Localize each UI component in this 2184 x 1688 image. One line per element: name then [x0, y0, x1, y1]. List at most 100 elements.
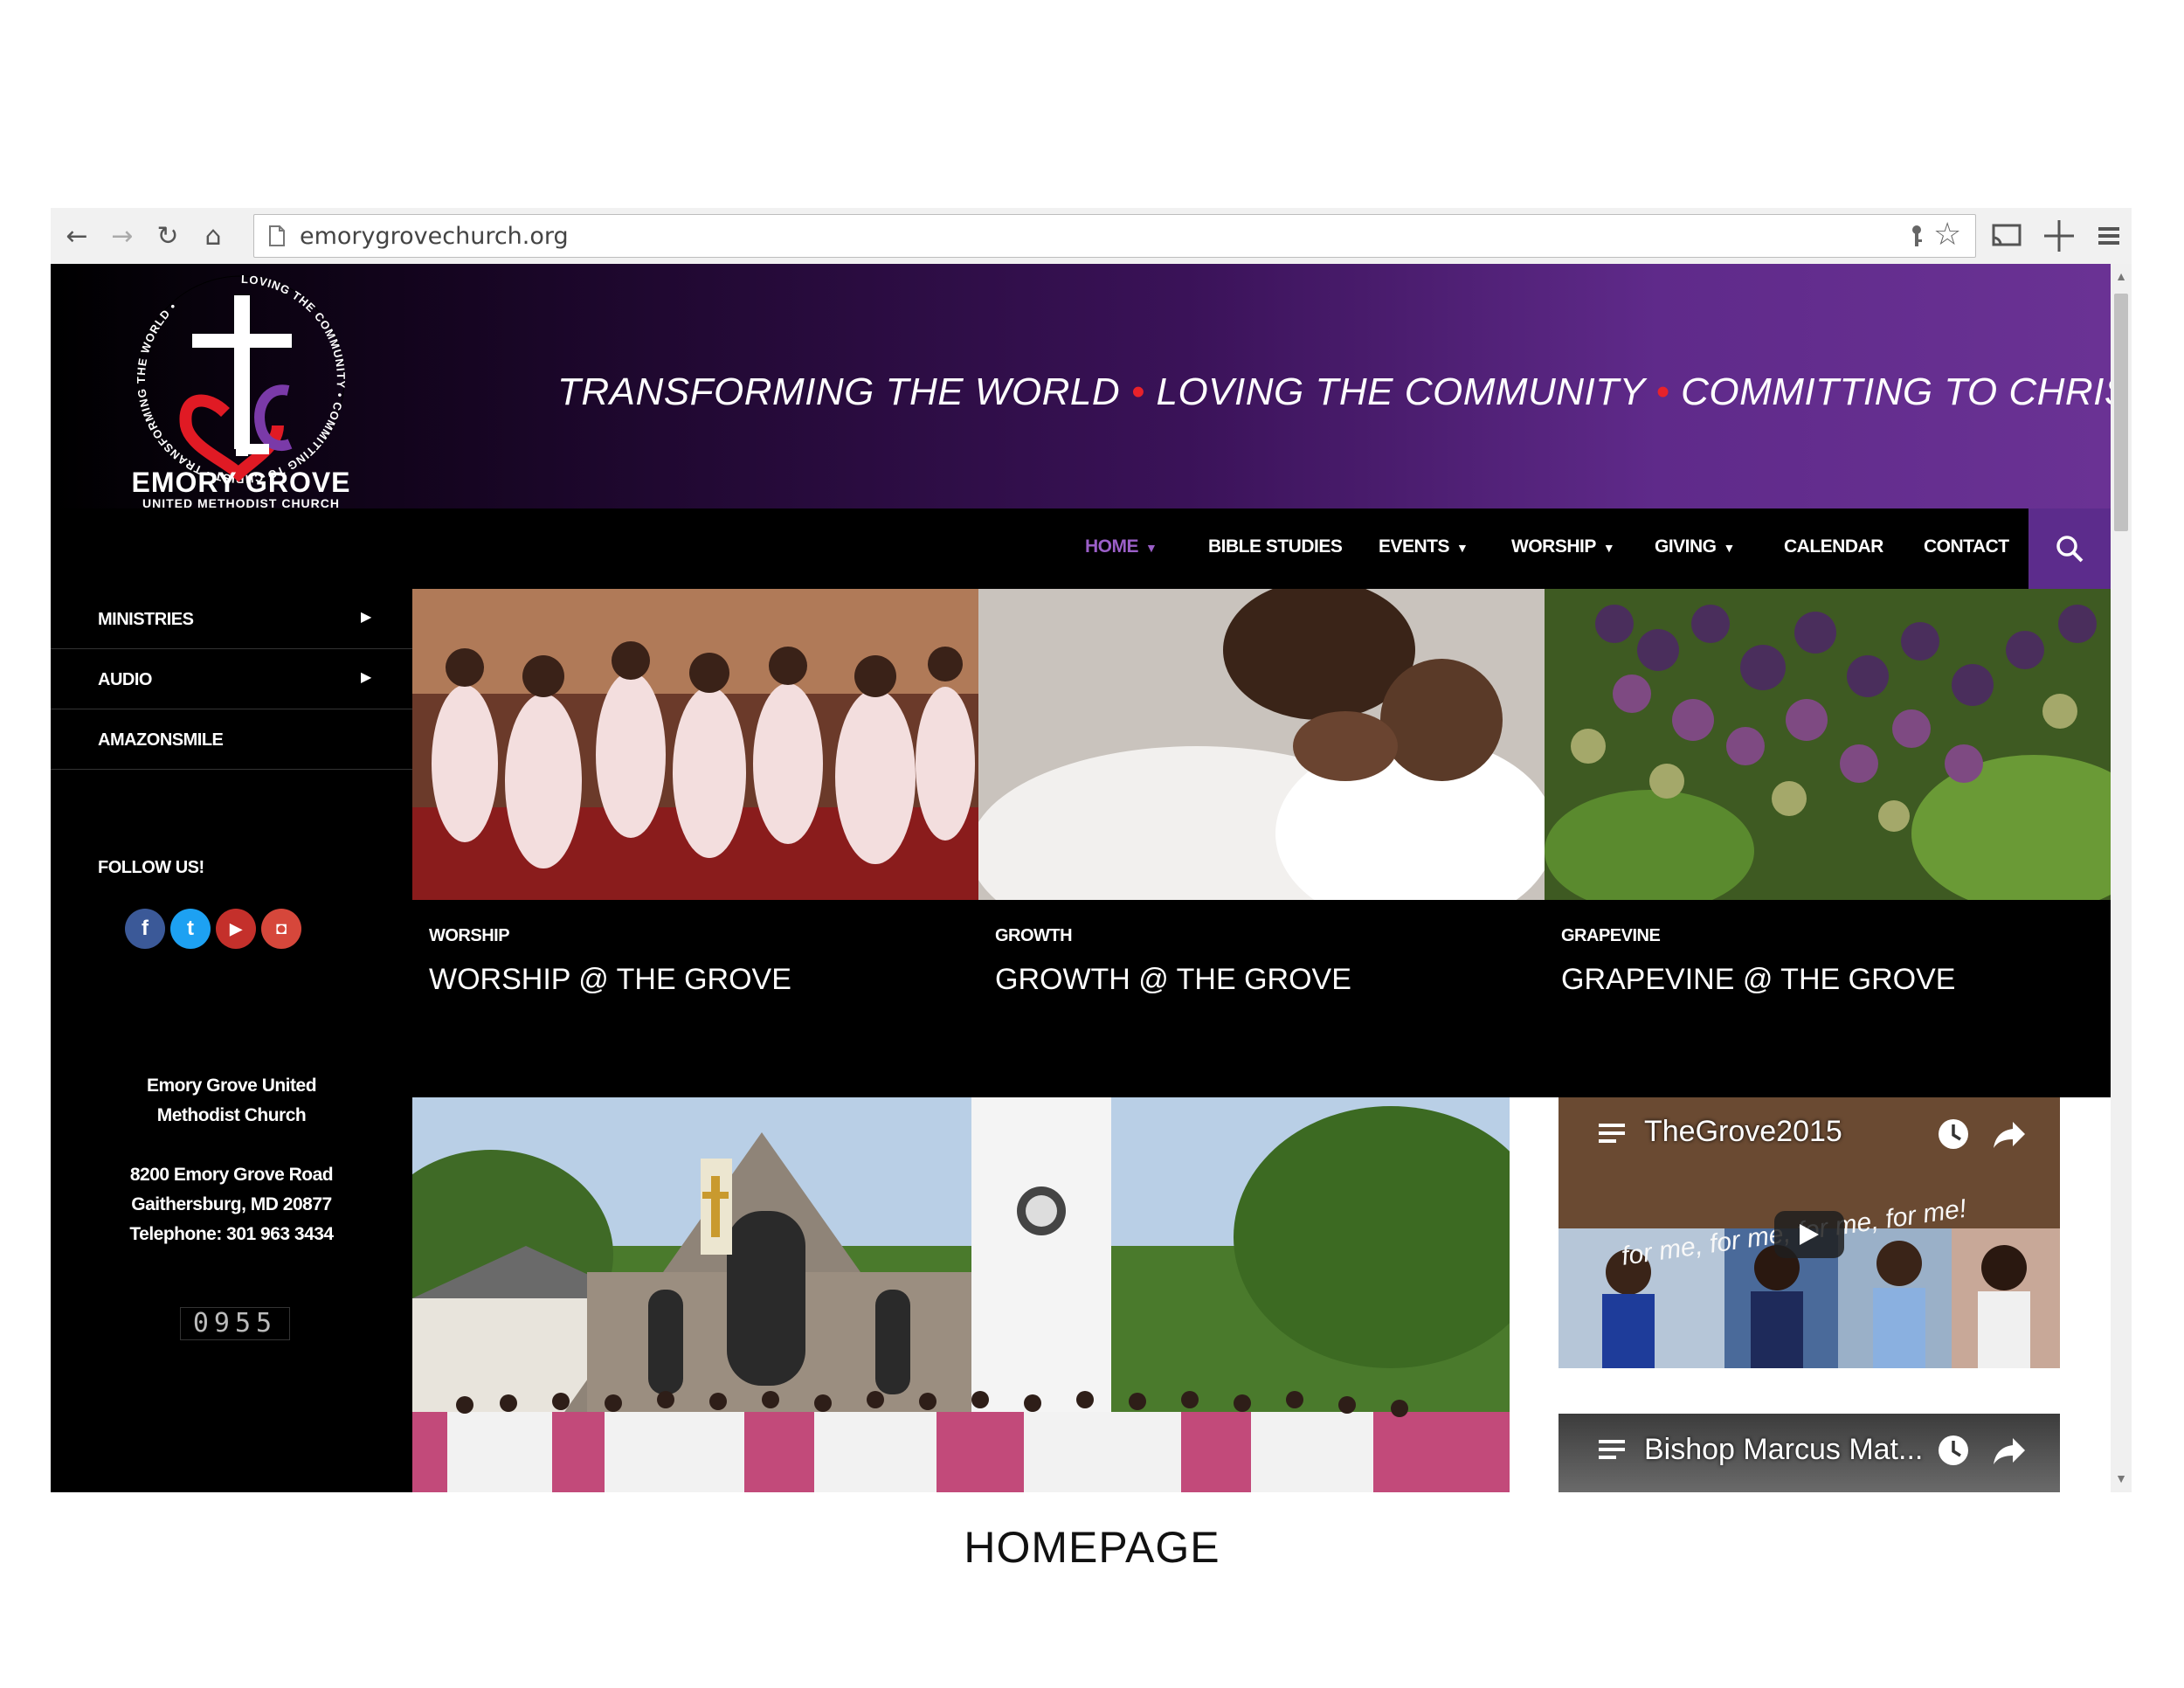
pastor-baptism-image [978, 589, 1545, 900]
feature-title[interactable]: WORSHIP @ THE GROVE [429, 963, 791, 997]
nav-calendar-label: CALENDAR [1784, 536, 1883, 557]
sidebar-item-label: AMAZONSMILE [98, 730, 224, 750]
sidebar-item-amazonsmile[interactable]: AMAZONSMILE [51, 709, 412, 770]
church-building-image [412, 1097, 1510, 1492]
nav-events-label: EVENTS [1379, 536, 1450, 557]
chevron-right-icon: ▶ [361, 670, 372, 685]
feature-category: GRAPEVINE [1561, 926, 1661, 945]
key-icon[interactable] [1907, 224, 1926, 248]
nav-events[interactable]: EVENTS ▼ [1379, 536, 1469, 557]
nav-home[interactable]: HOME ▼ [1085, 536, 1158, 557]
instagram-icon[interactable]: ◘ [261, 909, 301, 949]
chevron-right-icon: ▶ [361, 610, 372, 625]
tagline-separator: • [1655, 370, 1670, 413]
nav-giving[interactable]: GIVING ▼ [1655, 536, 1735, 557]
watch-later-icon[interactable] [1936, 1433, 1971, 1468]
nav-worship[interactable]: WORSHIP ▼ [1511, 536, 1615, 557]
cast-icon[interactable] [1992, 224, 2022, 248]
tagline: TRANSFORMING THE WORLD • LOVING THE COMM… [557, 370, 2111, 414]
sidebar-item-audio[interactable]: AUDIO ▶ [51, 649, 412, 709]
logo-name: EMORY GROVE [131, 467, 351, 498]
youtube-glyph: ▶ [230, 919, 242, 937]
page-scrollbar[interactable]: ▲ ▼ [2111, 264, 2132, 1492]
tagline-part-3: COMMITTING TO CHRIST [1681, 370, 2111, 413]
back-icon[interactable]: ← [59, 220, 94, 252]
video-sidebar: for me, for me, for me, for me! TheGrove… [1510, 1097, 2111, 1492]
play-icon [1800, 1224, 1819, 1245]
scroll-thumb[interactable] [2114, 294, 2128, 531]
address-line: 8200 Emory Grove Road [129, 1165, 334, 1185]
tagline-part-1: TRANSFORMING THE WORLD [557, 370, 1121, 413]
web-page: LOVING THE COMMUNITY • COMMITTING TO CHR… [51, 264, 2111, 1492]
address-line: Methodist Church [156, 1105, 307, 1125]
sidebar: MINISTRIES ▶ AUDIO ▶ AMAZONSMILE FOLLOW … [51, 589, 412, 1492]
sidebar-item-label: AUDIO [98, 670, 152, 689]
visitor-counter: 0955 [180, 1307, 290, 1340]
nav-calendar[interactable]: CALENDAR [1784, 536, 1883, 557]
feature-tile-worship[interactable]: WORSHIP WORSHIP @ THE GROVE [412, 589, 978, 1097]
nav-bible-studies[interactable]: BIBLE STUDIES [1208, 536, 1343, 557]
search-icon [2056, 536, 2084, 563]
feature-category: WORSHIP [429, 926, 510, 945]
video-title[interactable]: TheGrove2015 [1644, 1115, 1842, 1149]
browser-toolbar: ← → ↻ ⌂ emorygrovechurch.org ☆ [51, 208, 2132, 265]
nav-contact[interactable]: CONTACT [1924, 536, 2009, 557]
youtube-icon[interactable]: ▶ [216, 909, 256, 949]
address-line: Emory Grove United [146, 1076, 317, 1096]
page-icon [269, 225, 285, 246]
chevron-down-icon: ▼ [1456, 541, 1469, 555]
church-congregation-photo[interactable] [412, 1097, 1510, 1492]
tagline-separator: • [1130, 370, 1145, 413]
chevron-down-icon: ▼ [1145, 541, 1158, 555]
site-header: LOVING THE COMMUNITY • COMMITTING TO CHR… [51, 264, 2111, 510]
address-spacer [68, 1131, 395, 1160]
menu-icon[interactable] [2098, 225, 2119, 246]
playlist-icon [1599, 1440, 1625, 1459]
address-line: Gaithersburg, MD 20877 [131, 1194, 332, 1214]
search-button[interactable] [2028, 508, 2111, 589]
tagline-part-2: LOVING THE COMMUNITY [1156, 370, 1645, 413]
playlist-icon [1599, 1124, 1625, 1143]
forward-icon[interactable]: → [105, 220, 140, 252]
main-navigation: HOME ▼ BIBLE STUDIES EVENTS ▼ WORSHIP ▼ GIV… [51, 508, 2111, 589]
scroll-down-icon[interactable]: ▼ [2114, 1471, 2128, 1485]
share-icon[interactable] [1992, 1436, 2027, 1466]
facebook-glyph: f [142, 917, 149, 940]
video-embed-bishop-marcus[interactable]: Bishop Marcus Mat... [1559, 1414, 2060, 1492]
feature-tile-grapevine[interactable]: GRAPEVINE GRAPEVINE @ THE GROVE [1545, 589, 2111, 1097]
home-icon[interactable]: ⌂ [196, 220, 231, 252]
video-title[interactable]: Bishop Marcus Mat... [1644, 1433, 1923, 1467]
scroll-up-icon[interactable]: ▲ [2114, 269, 2128, 283]
sidebar-item-ministries[interactable]: MINISTRIES ▶ [51, 589, 412, 649]
browser-window: ← → ↻ ⌂ emorygrovechurch.org ☆ LOVING TH… [51, 208, 2132, 1492]
reload-icon[interactable]: ↻ [150, 220, 185, 252]
nav-worship-label: WORSHIP [1511, 536, 1596, 557]
bookmark-star-icon[interactable]: ☆ [1933, 217, 1961, 253]
move-icon[interactable] [2042, 218, 2076, 253]
twitter-glyph: t [187, 917, 194, 940]
grapes-image [1545, 589, 2111, 900]
feature-tile-growth[interactable]: GROWTH GROWTH @ THE GROVE [978, 589, 1545, 1097]
church-logo[interactable]: LOVING THE COMMUNITY • COMMITTING TO CHR… [103, 264, 349, 517]
growth-photo[interactable] [978, 589, 1545, 900]
watch-later-icon[interactable] [1936, 1117, 1971, 1152]
facebook-icon[interactable]: f [125, 909, 165, 949]
play-button[interactable] [1774, 1211, 1844, 1258]
worship-photo[interactable] [412, 589, 978, 900]
nav-contact-label: CONTACT [1924, 536, 2009, 557]
nav-bible-studies-label: BIBLE STUDIES [1208, 536, 1343, 557]
grapevine-photo[interactable] [1545, 589, 2111, 900]
instagram-glyph: ◘ [275, 918, 287, 938]
video-embed-thegrove2015[interactable]: for me, for me, for me, for me! TheGrove… [1559, 1097, 2060, 1368]
share-icon[interactable] [1992, 1120, 2027, 1150]
chevron-down-icon: ▼ [1723, 541, 1736, 555]
twitter-icon[interactable]: t [170, 909, 211, 949]
feature-title[interactable]: GRAPEVINE @ THE GROVE [1561, 963, 1955, 997]
chevron-down-icon: ▼ [1602, 541, 1615, 555]
telephone: Telephone: 301 963 3434 [129, 1224, 334, 1244]
nav-home-label: HOME [1085, 536, 1139, 557]
sidebar-item-label: MINISTRIES [98, 610, 194, 629]
feature-category: GROWTH [995, 926, 1073, 945]
address-bar[interactable]: emorygrovechurch.org ☆ [253, 214, 1976, 258]
feature-title[interactable]: GROWTH @ THE GROVE [995, 963, 1351, 997]
